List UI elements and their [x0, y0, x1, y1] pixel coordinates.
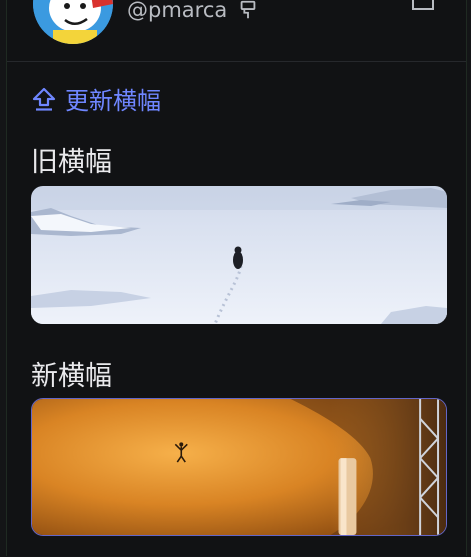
avatar-image	[33, 0, 113, 44]
update-banner-button[interactable]: 更新横幅	[31, 81, 161, 116]
update-banner-label: 更新横幅	[65, 87, 161, 115]
external-link-icon[interactable]	[410, 0, 436, 12]
new-banner-title: 新横幅	[31, 361, 112, 392]
header-divider	[7, 61, 466, 62]
page: @pmarca 更新横幅 旧横幅 新横幅	[0, 0, 471, 557]
upload-arrow-icon	[32, 87, 56, 111]
old-banner-image	[31, 186, 447, 324]
old-banner-title: 旧横幅	[31, 147, 112, 178]
brush-icon	[240, 0, 256, 19]
profile-card: @pmarca 更新横幅 旧横幅 新横幅	[6, 0, 467, 556]
new-banner-image	[31, 398, 447, 536]
avatar[interactable]	[33, 0, 113, 44]
handle-text: @pmarca	[127, 0, 228, 22]
profile-handle[interactable]: @pmarca	[127, 0, 259, 22]
